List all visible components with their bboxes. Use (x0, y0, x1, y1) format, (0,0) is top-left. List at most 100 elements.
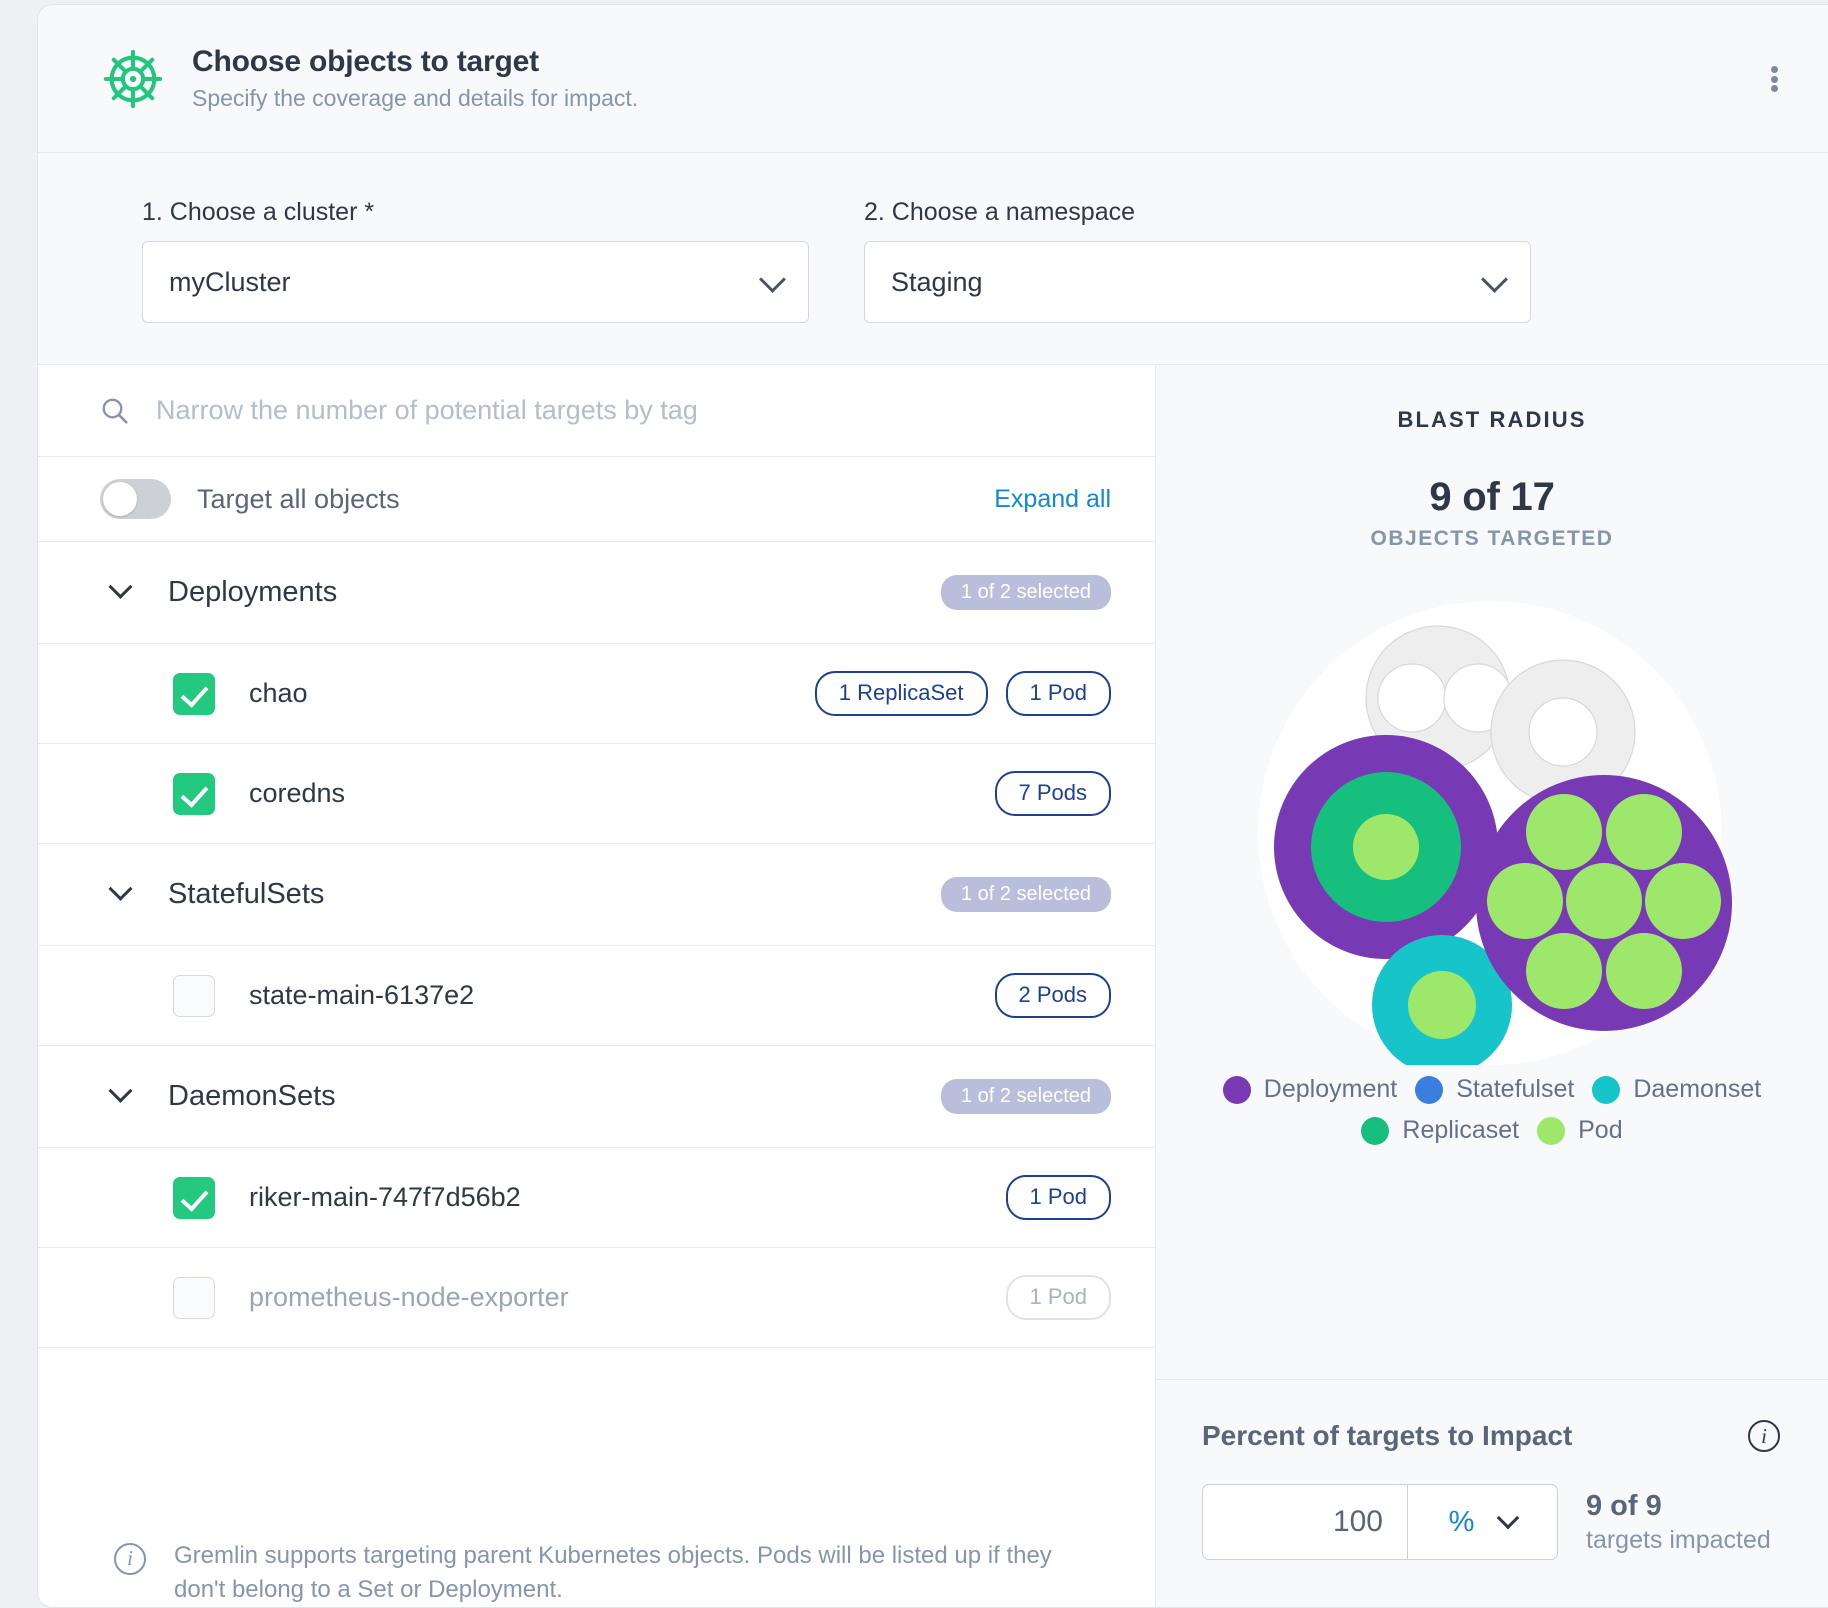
object-row[interactable]: chao 1 ReplicaSet 1 Pod (38, 644, 1155, 744)
object-pill: 1 ReplicaSet (814, 671, 988, 716)
object-row[interactable]: riker-main-747f7d56b2 1 Pod (38, 1148, 1155, 1248)
node-pod (1487, 863, 1563, 939)
object-checkbox[interactable] (173, 974, 215, 1017)
chevron-down-icon (759, 266, 786, 293)
object-pill: 2 Pods (994, 973, 1111, 1018)
status-badge: 1 of 2 selected (940, 575, 1111, 610)
kubernetes-helm-icon (103, 49, 163, 108)
legend-color-dot (1222, 1075, 1251, 1104)
legend-item: Daemonset (1592, 1075, 1761, 1104)
object-checkbox[interactable] (173, 772, 215, 815)
node-pod (1377, 663, 1447, 733)
objects-targeted-count: 9 of 17 (1429, 475, 1555, 519)
legend-label: Replicaset (1402, 1116, 1520, 1144)
targets-impacted-count: 9 of 9 (1586, 1490, 1662, 1523)
legend-label: Daemonset (1633, 1075, 1762, 1103)
toolbar-row: Target all objects Expand all (38, 457, 1155, 542)
object-name: state-main-6137e2 (249, 980, 475, 1010)
kebab-menu-icon[interactable] (1756, 61, 1792, 97)
percent-unit-dropdown[interactable]: % (1407, 1485, 1557, 1559)
info-icon: i (114, 1542, 146, 1575)
legend-item: Replicaset (1361, 1116, 1519, 1145)
chevron-down-icon (1481, 266, 1508, 293)
node-pod (1606, 794, 1682, 870)
percent-unit-value: % (1448, 1505, 1475, 1538)
object-checkbox[interactable] (173, 1276, 215, 1319)
expand-all-link[interactable]: Expand all (994, 485, 1111, 514)
chevron-down-icon (108, 574, 133, 599)
legend-line: Deployment Statefulset Daemonset (1182, 1075, 1802, 1104)
node-pod (1528, 697, 1598, 767)
group-row[interactable]: Deployments 1 of 2 selected (38, 542, 1155, 644)
info-icon[interactable]: i (1748, 1420, 1780, 1452)
node-pod (1645, 863, 1721, 939)
percent-title: Percent of targets to Impact (1202, 1420, 1573, 1451)
body: Target all objects Expand all Deployment… (38, 365, 1828, 1607)
object-pills: 1 Pod (1005, 1175, 1111, 1220)
status-badge: 1 of 2 selected (940, 1079, 1111, 1114)
blast-radius-top: BLAST RADIUS 9 of 17 OBJECTS TARGETED De… (1156, 365, 1828, 1379)
percent-impact-panel: Percent of targets to Impact i % 9 (1156, 1379, 1828, 1607)
legend-label: Statefulset (1456, 1075, 1575, 1103)
target-all-label: Target all objects (197, 483, 400, 514)
object-name: chao (249, 678, 308, 708)
target-all-toggle[interactable] (100, 479, 171, 519)
node-pod (1408, 971, 1476, 1039)
kebab-dot (1770, 66, 1778, 73)
search-input[interactable] (156, 395, 1016, 426)
object-name: riker-main-747f7d56b2 (249, 1182, 521, 1212)
legend-color-dot (1537, 1116, 1566, 1145)
legend-color-dot (1361, 1116, 1390, 1145)
targets-list: Deployments 1 of 2 selected chao 1 ReplicaS… (38, 542, 1155, 1501)
node-pod (1353, 814, 1419, 880)
object-row[interactable]: prometheus-node-exporter 1 Pod (38, 1248, 1155, 1348)
toggle-knob (103, 482, 137, 516)
search-icon (102, 398, 128, 424)
node-pod (1526, 933, 1602, 1009)
legend-line: Replicaset Pod (1182, 1116, 1802, 1145)
cluster-label: 1. Choose a cluster * (142, 198, 375, 226)
choose-objects-card: Choose objects to target Specify the cov… (37, 4, 1828, 1608)
legend-label: Deployment (1263, 1075, 1398, 1103)
info-note-text: Gremlin supports targeting parent Kubern… (174, 1541, 1052, 1603)
group-name: StatefulSets (168, 878, 325, 910)
object-pills: 1 Pod (1005, 1275, 1111, 1320)
legend-color-dot (1592, 1075, 1621, 1104)
targets-impacted-label: targets impacted (1586, 1525, 1771, 1554)
legend-item: Deployment (1222, 1075, 1398, 1104)
legend-color-dot (1415, 1075, 1444, 1104)
objects-targeted-label: OBJECTS TARGETED (1370, 527, 1614, 550)
node-pod (1606, 933, 1682, 1009)
node-pod (1526, 794, 1602, 870)
blast-radius-legend: Deployment Statefulset Daemonset Replicaset… (1182, 1075, 1802, 1157)
targets-impacted: 9 of 9 targets impacted (1586, 1488, 1771, 1556)
namespace-dropdown[interactable]: Staging (864, 241, 1531, 323)
info-note: i Gremlin supports targeting parent Kube… (38, 1501, 1155, 1607)
percent-input[interactable] (1203, 1485, 1407, 1559)
percent-stepper: % (1202, 1484, 1558, 1560)
blast-radius-title: BLAST RADIUS (1397, 407, 1587, 432)
blast-radius-panel: BLAST RADIUS 9 of 17 OBJECTS TARGETED De… (1155, 365, 1828, 1607)
page-subtitle: Specify the coverage and details for imp… (192, 85, 639, 112)
targets-panel: Target all objects Expand all Deployment… (38, 365, 1155, 1607)
object-checkbox[interactable] (173, 1176, 215, 1219)
percent-header: Percent of targets to Impact i (1202, 1420, 1780, 1452)
object-name: prometheus-node-exporter (249, 1282, 569, 1312)
cluster-selector-group: 1. Choose a cluster * myCluster (142, 197, 809, 364)
object-name: coredns (249, 778, 346, 808)
group-row[interactable]: DaemonSets 1 of 2 selected (38, 1046, 1155, 1148)
legend-label: Pod (1578, 1116, 1623, 1144)
object-pill: 7 Pods (994, 771, 1111, 816)
object-checkbox[interactable] (173, 672, 215, 715)
percent-controls: % 9 of 9 targets impacted (1202, 1484, 1780, 1560)
namespace-selector-group: 2. Choose a namespace Staging (864, 197, 1531, 364)
namespace-value: Staging (891, 266, 983, 297)
cluster-dropdown[interactable]: myCluster (142, 241, 809, 323)
object-pill: 1 Pod (1005, 671, 1111, 716)
cluster-value: myCluster (169, 266, 291, 297)
object-row[interactable]: coredns 7 Pods (38, 744, 1155, 844)
object-pill: 1 Pod (1005, 1275, 1111, 1320)
object-row[interactable]: state-main-6137e2 2 Pods (38, 946, 1155, 1046)
group-row[interactable]: StatefulSets 1 of 2 selected (38, 844, 1155, 946)
chevron-down-icon (1497, 1506, 1520, 1530)
